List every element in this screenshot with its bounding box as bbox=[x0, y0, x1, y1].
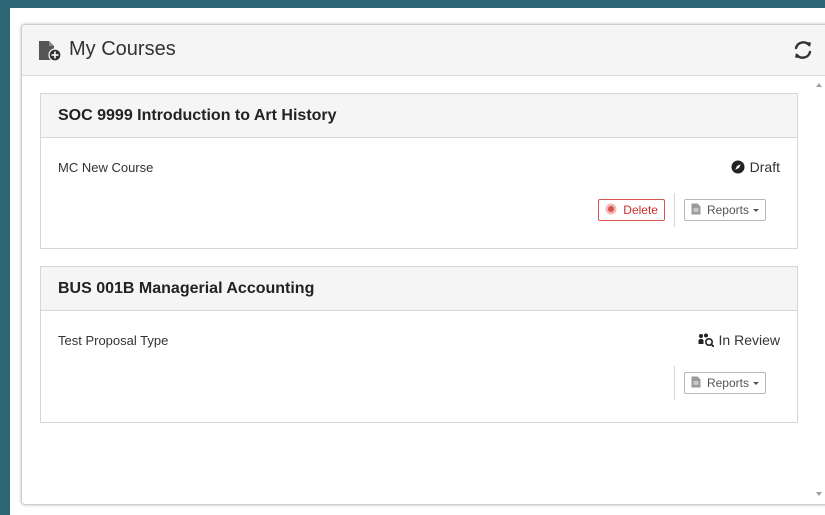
my-courses-panel: My Courses SOC 9999 Introduction to Art … bbox=[21, 24, 825, 505]
window-top-edge bbox=[0, 0, 825, 8]
status-label: Draft bbox=[749, 159, 780, 175]
reports-label: Reports bbox=[706, 376, 749, 390]
chevron-down-icon bbox=[753, 381, 759, 385]
reports-label: Reports bbox=[706, 203, 749, 217]
delete-button[interactable]: Delete bbox=[598, 199, 665, 221]
delete-icon bbox=[605, 203, 617, 218]
scroll-down-arrow-icon[interactable] bbox=[816, 492, 822, 496]
panel-title: My Courses bbox=[69, 38, 176, 60]
course-actions: Reports bbox=[673, 366, 766, 400]
reports-dropdown-button[interactable]: Reports bbox=[683, 372, 766, 394]
delete-label: Delete bbox=[623, 203, 658, 217]
status-badge: Draft bbox=[731, 159, 780, 175]
reports-dropdown-button[interactable]: Reports bbox=[683, 199, 766, 221]
review-icon bbox=[698, 333, 714, 347]
chevron-down-icon bbox=[753, 208, 759, 212]
button-divider bbox=[673, 193, 675, 227]
proposal-type: MC New Course bbox=[58, 160, 154, 175]
refresh-icon[interactable] bbox=[792, 39, 814, 61]
course-card: SOC 9999 Introduction to Art History MC … bbox=[40, 93, 798, 249]
window-left-edge bbox=[0, 0, 10, 515]
status-badge: In Review bbox=[698, 332, 780, 348]
course-card-header: BUS 001B Managerial Accounting bbox=[41, 267, 797, 311]
document-icon bbox=[691, 203, 701, 218]
vertical-scrollbar[interactable] bbox=[814, 76, 825, 504]
course-card: BUS 001B Managerial Accounting Test Prop… bbox=[40, 266, 798, 423]
course-card-header: SOC 9999 Introduction to Art History bbox=[41, 94, 797, 138]
proposal-type: Test Proposal Type bbox=[58, 333, 169, 348]
course-actions: Delete Reports bbox=[598, 193, 766, 227]
compass-icon bbox=[731, 160, 745, 174]
course-title[interactable]: SOC 9999 Introduction to Art History bbox=[58, 107, 337, 125]
scroll-up-arrow-icon[interactable] bbox=[816, 83, 822, 87]
document-icon bbox=[691, 376, 701, 391]
panel-header: My Courses bbox=[22, 25, 825, 76]
course-title[interactable]: BUS 001B Managerial Accounting bbox=[58, 280, 314, 298]
file-plus-icon bbox=[38, 40, 62, 62]
button-divider bbox=[673, 366, 675, 400]
status-label: In Review bbox=[718, 332, 780, 348]
